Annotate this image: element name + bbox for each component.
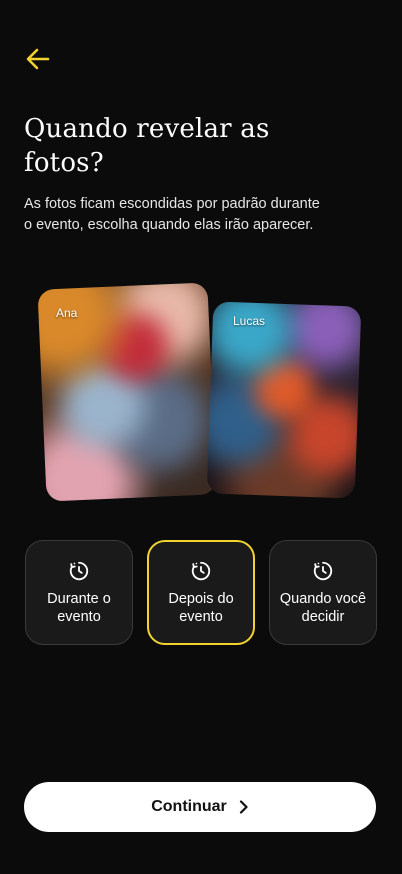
page-title: Quando revelar as fotos? <box>24 114 270 178</box>
chevron-right-icon <box>239 800 248 814</box>
arrow-left-icon <box>26 48 50 70</box>
reveal-options: Durante o evento Depois do evento Quando… <box>25 540 377 645</box>
clock-history-icon <box>191 561 211 580</box>
clock-history-icon <box>69 561 89 580</box>
continue-button-label: Continuar <box>151 798 227 815</box>
photo-author-label: Lucas <box>233 314 266 328</box>
photo-previews: Ana Lucas <box>0 280 402 510</box>
back-button[interactable] <box>24 46 52 72</box>
photo-card-lucas <box>206 301 362 499</box>
continue-button[interactable]: Continuar <box>24 782 376 832</box>
option-label: Quando você decidir <box>279 590 367 625</box>
option-during-event[interactable]: Durante o evento <box>25 540 133 645</box>
option-label: Depois do evento <box>168 590 234 625</box>
photo-author-label: Ana <box>56 306 78 320</box>
page-subtitle: As fotos ficam escondidas por padrão dur… <box>24 196 320 233</box>
option-label: Durante o evento <box>47 590 111 625</box>
option-after-event[interactable]: Depois do evento <box>147 540 255 645</box>
clock-history-icon <box>313 561 333 580</box>
option-when-you-decide[interactable]: Quando você decidir <box>269 540 377 645</box>
